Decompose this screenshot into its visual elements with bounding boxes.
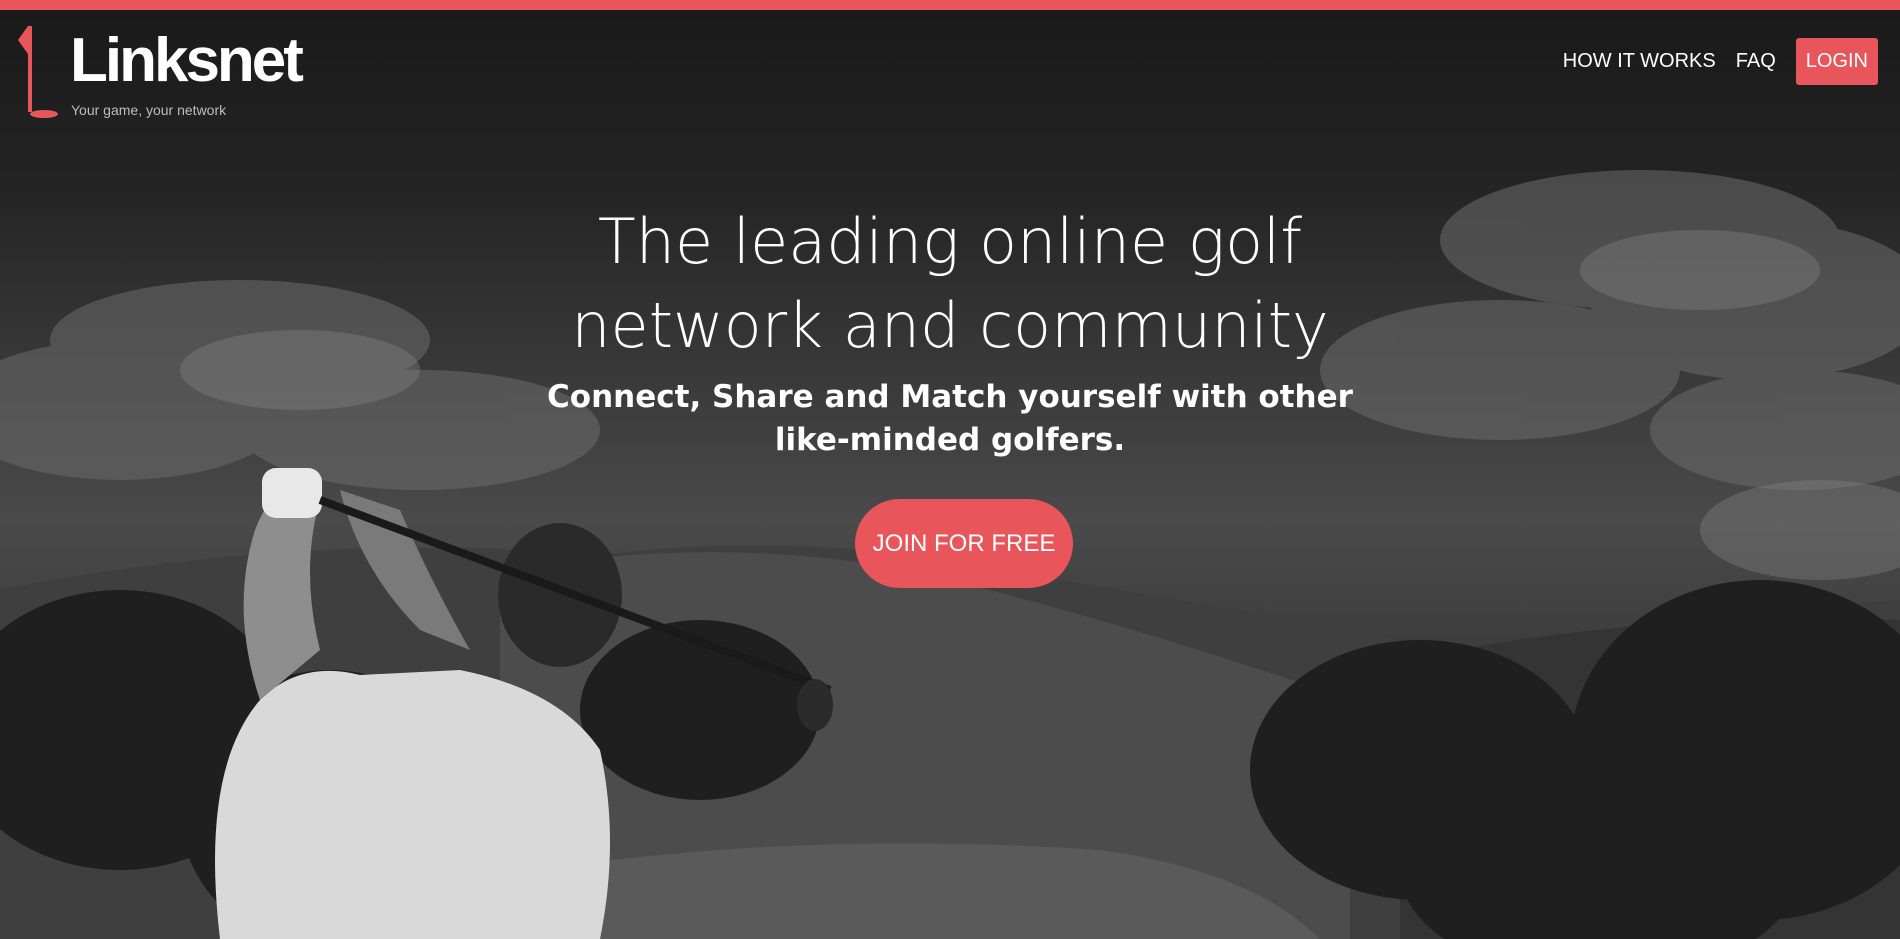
main-nav: HOW IT WORKS FAQ LOGIN [1563, 38, 1878, 85]
hero-title-line-2: network and community [571, 289, 1329, 362]
nav-faq[interactable]: FAQ [1736, 50, 1776, 73]
nav-how-it-works[interactable]: HOW IT WORKS [1563, 50, 1716, 73]
hero-background-photo [0, 10, 1900, 939]
top-accent-stripe [0, 0, 1900, 10]
brand-tagline: Your game, your network [71, 102, 227, 118]
login-button[interactable]: LOGIN [1795, 38, 1878, 85]
golf-flag-icon [18, 26, 58, 118]
page: Linksnet Your game, your network HOW IT … [0, 0, 1900, 939]
join-for-free-button[interactable]: JOIN FOR FREE [855, 499, 1073, 588]
hero-title: The leading online golf network and comm… [450, 200, 1450, 368]
brand-logo[interactable]: Linksnet Your game, your network [18, 20, 318, 120]
hero-title-line-1: The leading online golf [597, 205, 1303, 278]
site-header: Linksnet Your game, your network HOW IT … [0, 10, 1900, 120]
hero-subtitle: Connect, Share and Match yourself with o… [547, 379, 1353, 458]
brand-name: Linksnet [70, 26, 304, 95]
hero-scenery [0, 170, 1900, 939]
